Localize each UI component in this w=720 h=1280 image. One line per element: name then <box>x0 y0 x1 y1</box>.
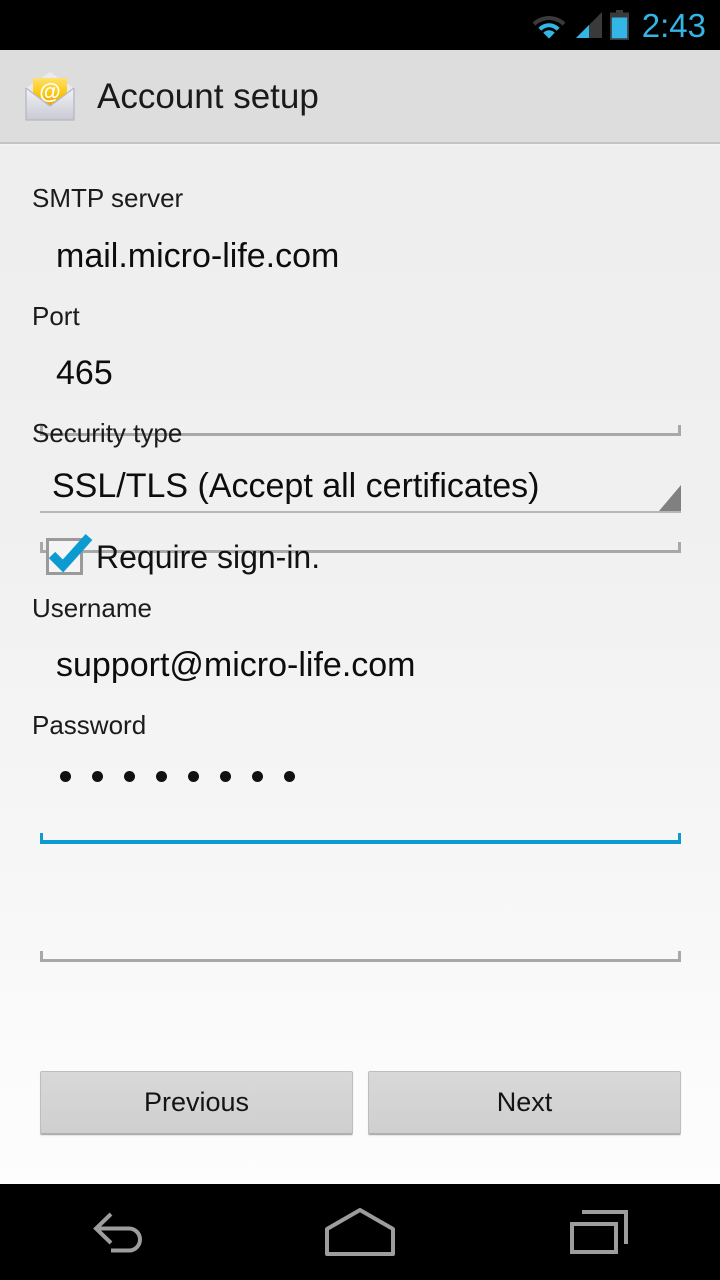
email-envelope-at-icon: @ <box>25 72 75 121</box>
status-bar-clock: 2:43 <box>641 6 706 44</box>
port-input[interactable]: 465 <box>56 356 113 390</box>
username-label: Username <box>32 593 152 623</box>
previous-button[interactable]: Previous <box>40 1071 353 1135</box>
username-underline <box>40 833 681 844</box>
checkmark-icon <box>48 533 93 573</box>
android-screen: 2:43 @ Account setup SMTP server mail.mi… <box>0 0 720 1280</box>
password-label: Password <box>32 710 147 740</box>
status-bar: 2:43 <box>0 0 720 50</box>
nav-recents-button[interactable] <box>510 1184 690 1280</box>
battery-icon <box>609 10 629 40</box>
title-bar: @ Account setup <box>0 50 720 144</box>
recents-icon <box>570 1210 628 1254</box>
require-sign-in-label: Require sign-in. <box>96 539 321 575</box>
account-setup-form: SMTP server mail.micro-life.com Port 465… <box>0 146 720 1184</box>
next-button[interactable]: Next <box>368 1071 681 1135</box>
nav-home-button[interactable] <box>270 1184 450 1280</box>
password-input[interactable] <box>60 771 295 782</box>
navigation-bar <box>0 1184 720 1280</box>
security-type-spinner[interactable]: SSL/TLS (Accept all certificates) <box>52 469 540 503</box>
wifi-icon <box>532 16 566 39</box>
back-icon <box>93 1212 142 1253</box>
chevron-down-icon[interactable] <box>659 485 681 511</box>
home-icon <box>325 1208 395 1256</box>
smtp-server-label: SMTP server <box>32 183 184 213</box>
page-title: Account setup <box>97 76 319 116</box>
cellular-signal-icon <box>575 12 602 38</box>
security-type-label: Security type <box>32 418 183 448</box>
password-underline <box>40 951 681 962</box>
security-type-underline <box>40 511 681 513</box>
smtp-server-input[interactable]: mail.micro-life.com <box>56 239 339 273</box>
status-bar-icons <box>532 10 629 40</box>
port-label: Port <box>32 301 80 331</box>
nav-back-button[interactable] <box>30 1184 210 1280</box>
username-input[interactable]: support@micro-life.com <box>56 648 416 682</box>
